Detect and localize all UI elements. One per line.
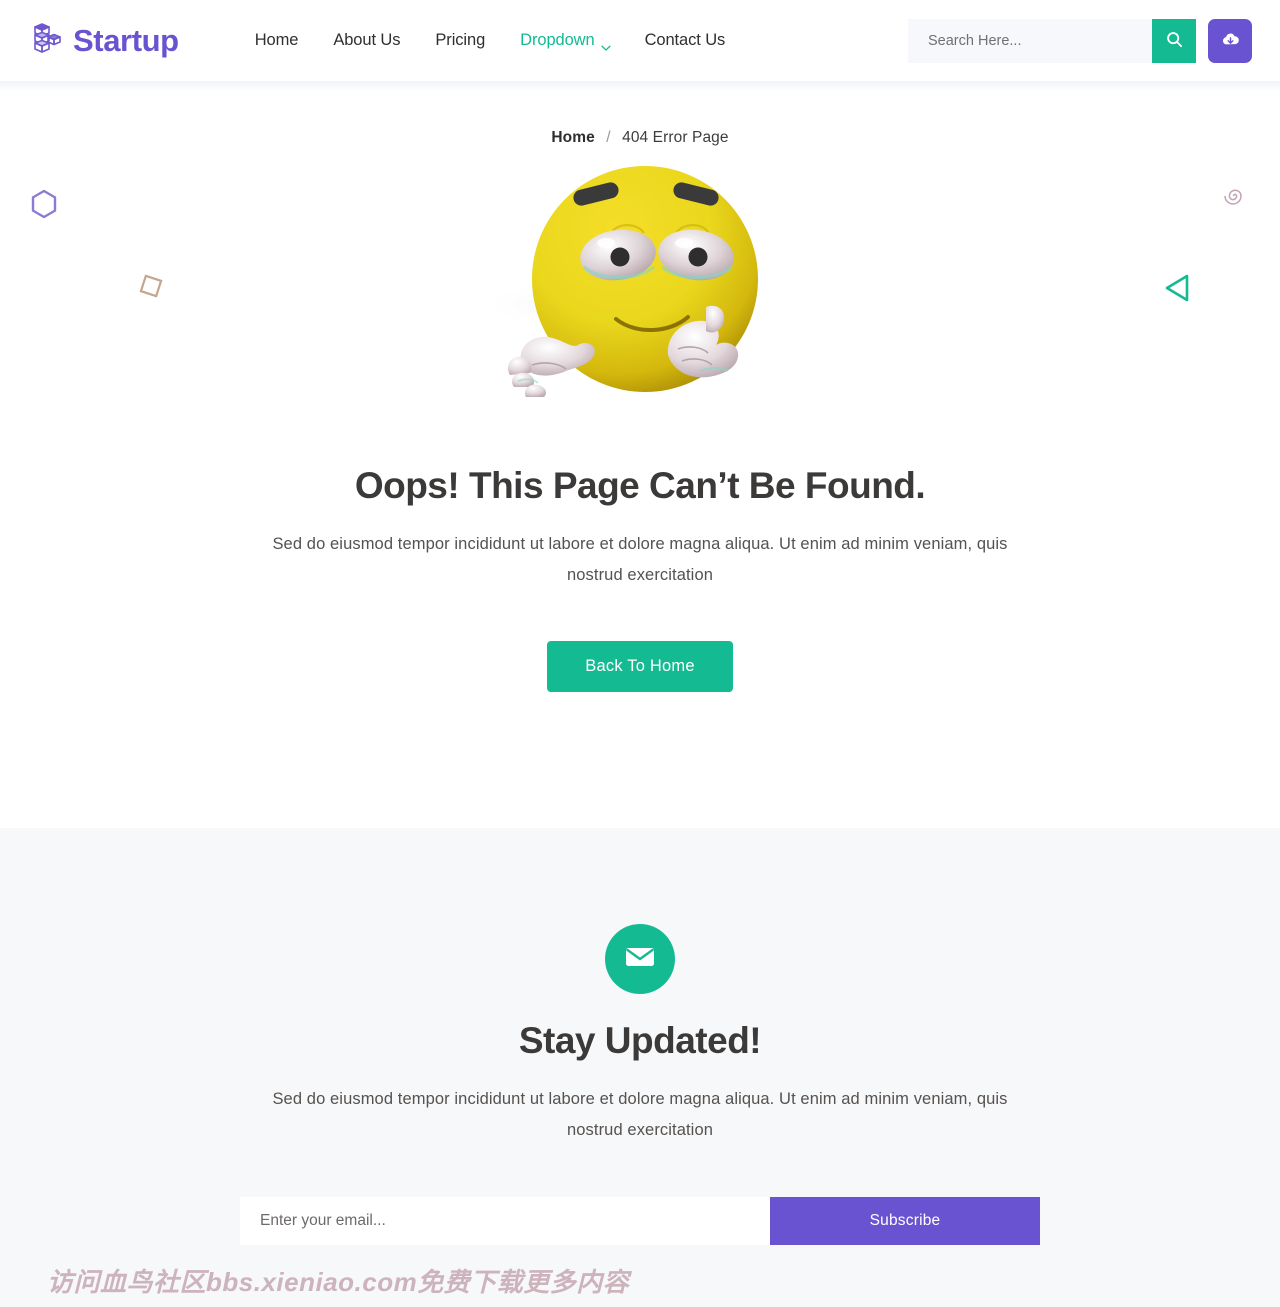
newsletter-description: Sed do eiusmod tempor incididunt ut labo… xyxy=(272,1090,1008,1139)
nav-item-dropdown-label: Dropdown xyxy=(520,31,595,49)
subscribe-button[interactable]: Subscribe xyxy=(770,1197,1040,1245)
chevron-down-icon xyxy=(600,38,611,51)
search-input[interactable] xyxy=(908,18,1152,63)
brand-name: Startup xyxy=(73,23,179,58)
envelope-icon xyxy=(625,946,655,973)
site-header: Startup Home About Us Pricing Dropdown C… xyxy=(0,0,1280,91)
cloud-download-icon xyxy=(1220,31,1241,51)
nav-item-contact-us[interactable]: Contact Us xyxy=(645,31,726,50)
brand-logo[interactable]: Startup xyxy=(30,21,179,61)
breadcrumb: Home / 404 Error Page xyxy=(0,129,1280,147)
stacked-cubes-icon xyxy=(30,21,64,61)
breadcrumb-home-link[interactable]: Home xyxy=(551,129,594,146)
watermark-text: 访问血鸟社区bbs.xieniao.com免费下载更多内容 xyxy=(47,1267,630,1297)
page-title: Oops! This Page Can’t Be Found. xyxy=(354,465,926,506)
main-navigation: Home About Us Pricing Dropdown Contact U… xyxy=(255,31,726,51)
nav-item-about-us[interactable]: About Us xyxy=(333,31,400,50)
error-illustration xyxy=(0,159,1280,429)
breadcrumb-separator: / xyxy=(606,129,611,146)
nav-item-pricing[interactable]: Pricing xyxy=(435,31,485,50)
header-tools xyxy=(908,18,1252,63)
newsletter-section: Stay Updated! Sed do eiusmod tempor inci… xyxy=(0,828,1280,1307)
newsletter-icon-badge xyxy=(605,924,675,994)
back-to-home-button[interactable]: Back To Home xyxy=(547,641,733,692)
email-input[interactable] xyxy=(240,1197,770,1245)
search-box xyxy=(908,18,1196,63)
newsletter-title: Stay Updated! xyxy=(518,1020,762,1061)
search-button[interactable] xyxy=(1152,18,1196,63)
error-section: Home / 404 Error Page Oops! This Page Ca… xyxy=(0,81,1280,828)
nav-item-home[interactable]: Home xyxy=(255,31,299,50)
error-description: Sed do eiusmod tempor incididunt ut labo… xyxy=(272,535,1008,584)
nav-item-dropdown[interactable]: Dropdown xyxy=(520,31,611,51)
download-button[interactable] xyxy=(1208,18,1252,63)
subscribe-form: Subscribe xyxy=(240,1197,1040,1245)
search-icon xyxy=(1166,31,1183,51)
error-actions: Back To Home xyxy=(0,641,1280,692)
breadcrumb-current: 404 Error Page xyxy=(622,129,729,146)
